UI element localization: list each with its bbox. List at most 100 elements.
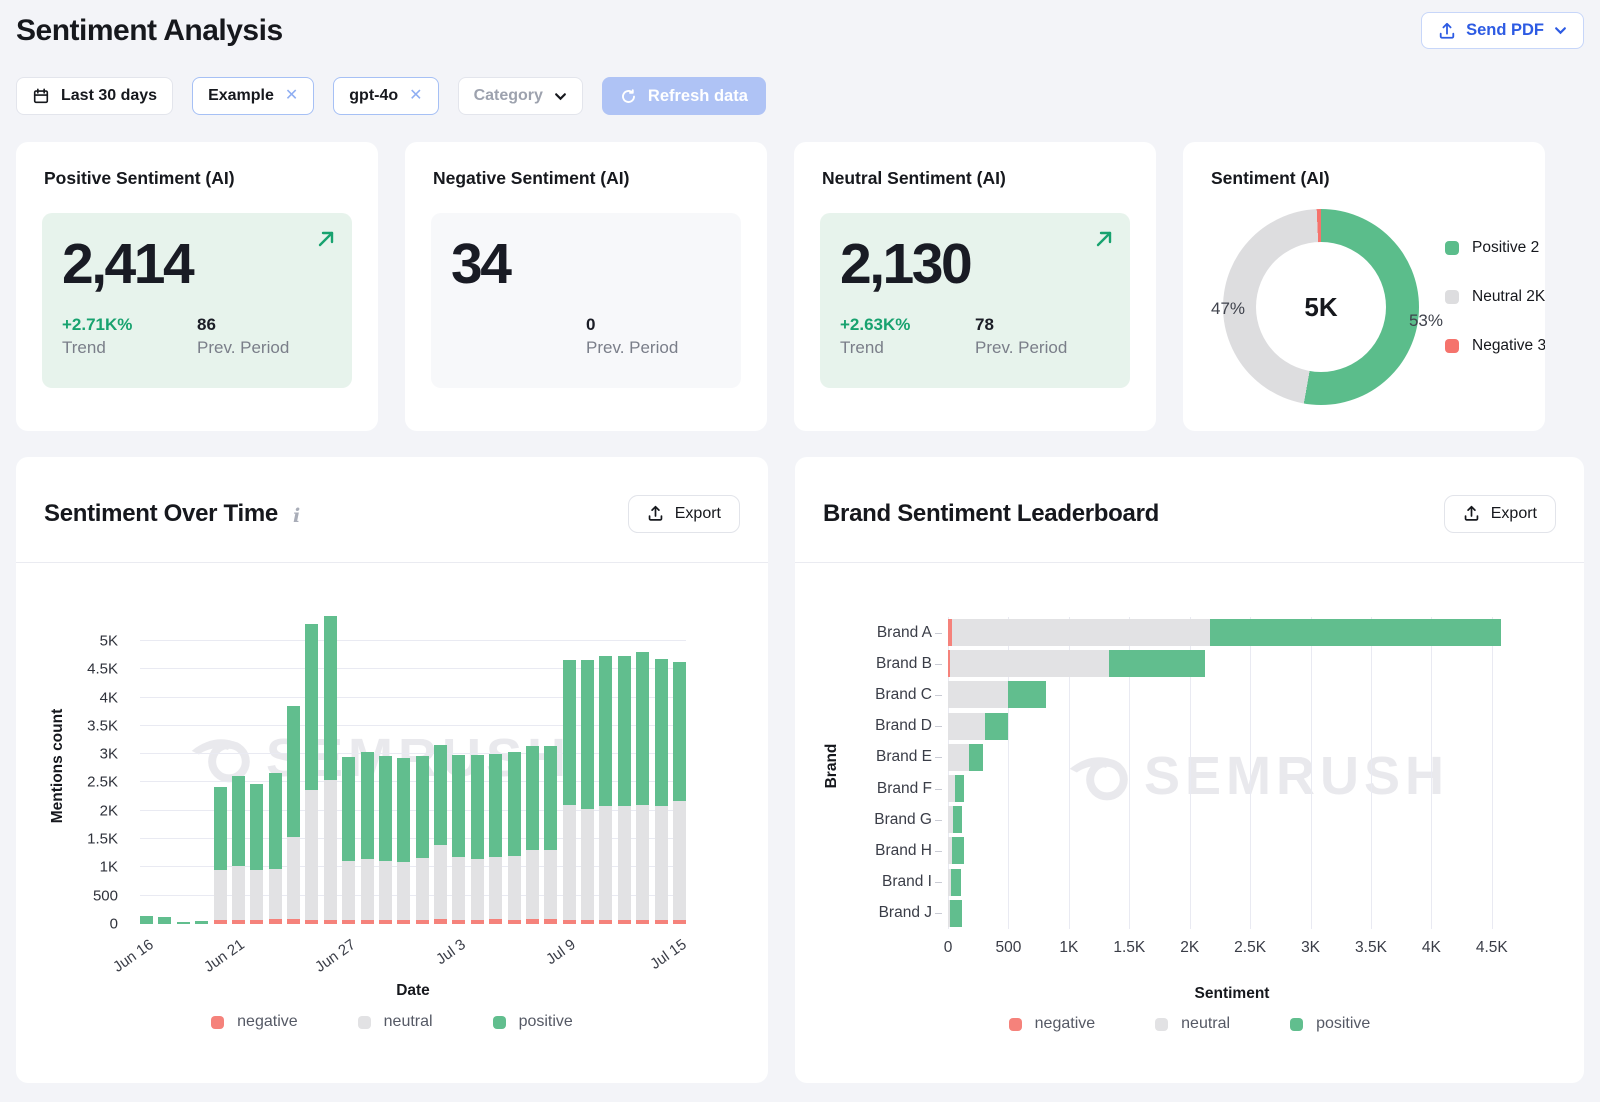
kpi-value: 2,414 xyxy=(62,235,332,295)
legend-marker-icon xyxy=(1155,1018,1168,1031)
bar-segment-negative xyxy=(489,919,502,924)
kpi-prev-period: 0 Prev. Period xyxy=(586,315,721,358)
legend-item-neutral[interactable]: neutral xyxy=(1155,1015,1230,1033)
bar-segment-neutral xyxy=(489,857,502,920)
leaderboard-row-Brand F[interactable]: Brand F xyxy=(948,775,1516,802)
leaderboard-row-Brand A[interactable]: Brand A xyxy=(948,619,1516,646)
kpi-trend-label xyxy=(451,338,586,358)
close-icon[interactable]: ✕ xyxy=(285,88,298,104)
stacked-bar-Jul 12[interactable] xyxy=(618,607,631,924)
stacked-bar-Jul 1[interactable] xyxy=(416,607,429,924)
export-label: Export xyxy=(1491,505,1537,523)
stacked-bar-Jun 22[interactable] xyxy=(250,607,263,924)
bar-segment-negative xyxy=(287,919,300,924)
leaderboard-row-Brand I[interactable]: Brand I xyxy=(948,869,1516,896)
brand-label: Brand C xyxy=(875,686,932,704)
bar-segment-negative xyxy=(618,920,631,924)
donut-legend-item[interactable]: Negative 3 xyxy=(1445,337,1545,355)
leaderboard-row-Brand E[interactable]: Brand E xyxy=(948,744,1516,771)
bar-segment-neutral xyxy=(508,856,521,920)
stacked-bar-Jul 9[interactable] xyxy=(563,607,576,924)
legend-item-positive[interactable]: positive xyxy=(493,1013,573,1031)
kpi-metric-box: 34 0 Prev. Period xyxy=(431,213,741,388)
stacked-bar-Jun 30[interactable] xyxy=(397,607,410,924)
bar-segment-positive xyxy=(969,744,984,771)
bar-segment-positive xyxy=(599,656,612,806)
stacked-bar-Jul 14[interactable] xyxy=(655,607,668,924)
stacked-bar-Jun 26[interactable] xyxy=(324,607,337,924)
info-icon[interactable]: i xyxy=(293,505,300,527)
kpi-trend xyxy=(451,315,586,358)
bar-segment-positive xyxy=(287,706,300,837)
close-icon[interactable]: ✕ xyxy=(409,88,422,104)
stacked-bar-Jun 23[interactable] xyxy=(269,607,282,924)
kpi-prev-value: 78 xyxy=(975,315,1110,335)
kpi-trend-label: Trend xyxy=(840,338,975,358)
bar-segment-neutral xyxy=(379,861,392,920)
stacked-bar-Jun 29[interactable] xyxy=(379,607,392,924)
bar-segment-negative xyxy=(361,920,374,924)
x-axis-ticks: 05001K1.5K2K2.5K3K3.5K4K4.5K xyxy=(948,939,1516,963)
stacked-bar-Jun 24[interactable] xyxy=(287,607,300,924)
stacked-bar-Jun 27[interactable] xyxy=(342,607,355,924)
bar-segment-negative xyxy=(544,919,557,924)
trend-up-icon xyxy=(316,229,336,254)
stacked-bar-Jul 11[interactable] xyxy=(599,607,612,924)
kpi-trend-value xyxy=(451,315,586,335)
send-pdf-button[interactable]: Send PDF xyxy=(1421,12,1584,49)
leaderboard-row-Brand G[interactable]: Brand G xyxy=(948,806,1516,833)
leaderboard-row-Brand C[interactable]: Brand C xyxy=(948,681,1516,708)
stacked-bar-Jun 20[interactable] xyxy=(214,607,227,924)
leaderboard-row-Brand J[interactable]: Brand J xyxy=(948,900,1516,927)
x-tick-label: 3.5K xyxy=(1355,939,1387,957)
legend-marker-icon xyxy=(493,1016,506,1029)
leaderboard-row-Brand H[interactable]: Brand H xyxy=(948,837,1516,864)
stacked-bar-Jul 5[interactable] xyxy=(489,607,502,924)
kpi-metric-box: 2,130 +2.63K% Trend 78 Prev. Period xyxy=(820,213,1130,388)
y-tick-label: 3.5K xyxy=(87,717,118,734)
legend-item-negative[interactable]: negative xyxy=(1009,1015,1096,1033)
chart-header: Sentiment Over Time i Export xyxy=(16,457,768,563)
export-button[interactable]: Export xyxy=(628,495,740,533)
stacked-bar-Jun 21[interactable] xyxy=(232,607,245,924)
stacked-bar-Jul 8[interactable] xyxy=(544,607,557,924)
stacked-bar-Jul 13[interactable] xyxy=(636,607,649,924)
y-tick-label: 1.5K xyxy=(87,831,118,848)
refresh-label: Refresh data xyxy=(648,87,748,106)
stacked-bar-Jun 25[interactable] xyxy=(305,607,318,924)
bar-segment-positive xyxy=(250,784,263,871)
stacked-bar-Jun 17[interactable] xyxy=(158,607,171,924)
refresh-data-button[interactable]: Refresh data xyxy=(602,77,766,115)
donut-legend-item[interactable]: Neutral 2K xyxy=(1445,288,1545,306)
stacked-bar-Jul 4[interactable] xyxy=(471,607,484,924)
stacked-bar-Jul 7[interactable] xyxy=(526,607,539,924)
bar-segment-neutral xyxy=(563,805,576,920)
filter-chip-gpt-4o[interactable]: gpt-4o ✕ xyxy=(333,77,438,115)
leaderboard-row-Brand D[interactable]: Brand D xyxy=(948,713,1516,740)
bar-segment-neutral xyxy=(950,650,1108,677)
stacked-bar-Jun 18[interactable] xyxy=(177,607,190,924)
y-tick-label: 2K xyxy=(100,802,118,819)
filter-chip-example[interactable]: Example ✕ xyxy=(192,77,314,115)
legend-item-neutral[interactable]: neutral xyxy=(358,1013,433,1031)
stacked-bar-Jul 10[interactable] xyxy=(581,607,594,924)
stacked-bar-Jul 6[interactable] xyxy=(508,607,521,924)
stacked-bar-Jul 3[interactable] xyxy=(452,607,465,924)
stacked-bar-Jun 16[interactable] xyxy=(140,607,153,924)
stacked-bar-Jun 28[interactable] xyxy=(361,607,374,924)
category-filter-dropdown[interactable]: Category xyxy=(458,77,583,115)
bar-segment-negative xyxy=(452,920,465,924)
donut-legend-item[interactable]: Positive 2 xyxy=(1445,239,1545,257)
kpi-trend-label: Trend xyxy=(62,338,197,358)
bar-segment-neutral xyxy=(948,681,1008,708)
x-tick-label: 4K xyxy=(1422,939,1441,957)
stacked-bar-Jul 15[interactable] xyxy=(673,607,686,924)
export-button[interactable]: Export xyxy=(1444,495,1556,533)
leaderboard-row-Brand B[interactable]: Brand B xyxy=(948,650,1516,677)
stacked-bar-Jul 2[interactable] xyxy=(434,607,447,924)
legend-item-positive[interactable]: positive xyxy=(1290,1015,1370,1033)
legend-item-negative[interactable]: negative xyxy=(211,1013,298,1031)
stacked-bar-Jun 19[interactable] xyxy=(195,607,208,924)
date-range-filter[interactable]: Last 30 days xyxy=(16,77,173,115)
x-tick-label: 4.5K xyxy=(1476,939,1508,957)
